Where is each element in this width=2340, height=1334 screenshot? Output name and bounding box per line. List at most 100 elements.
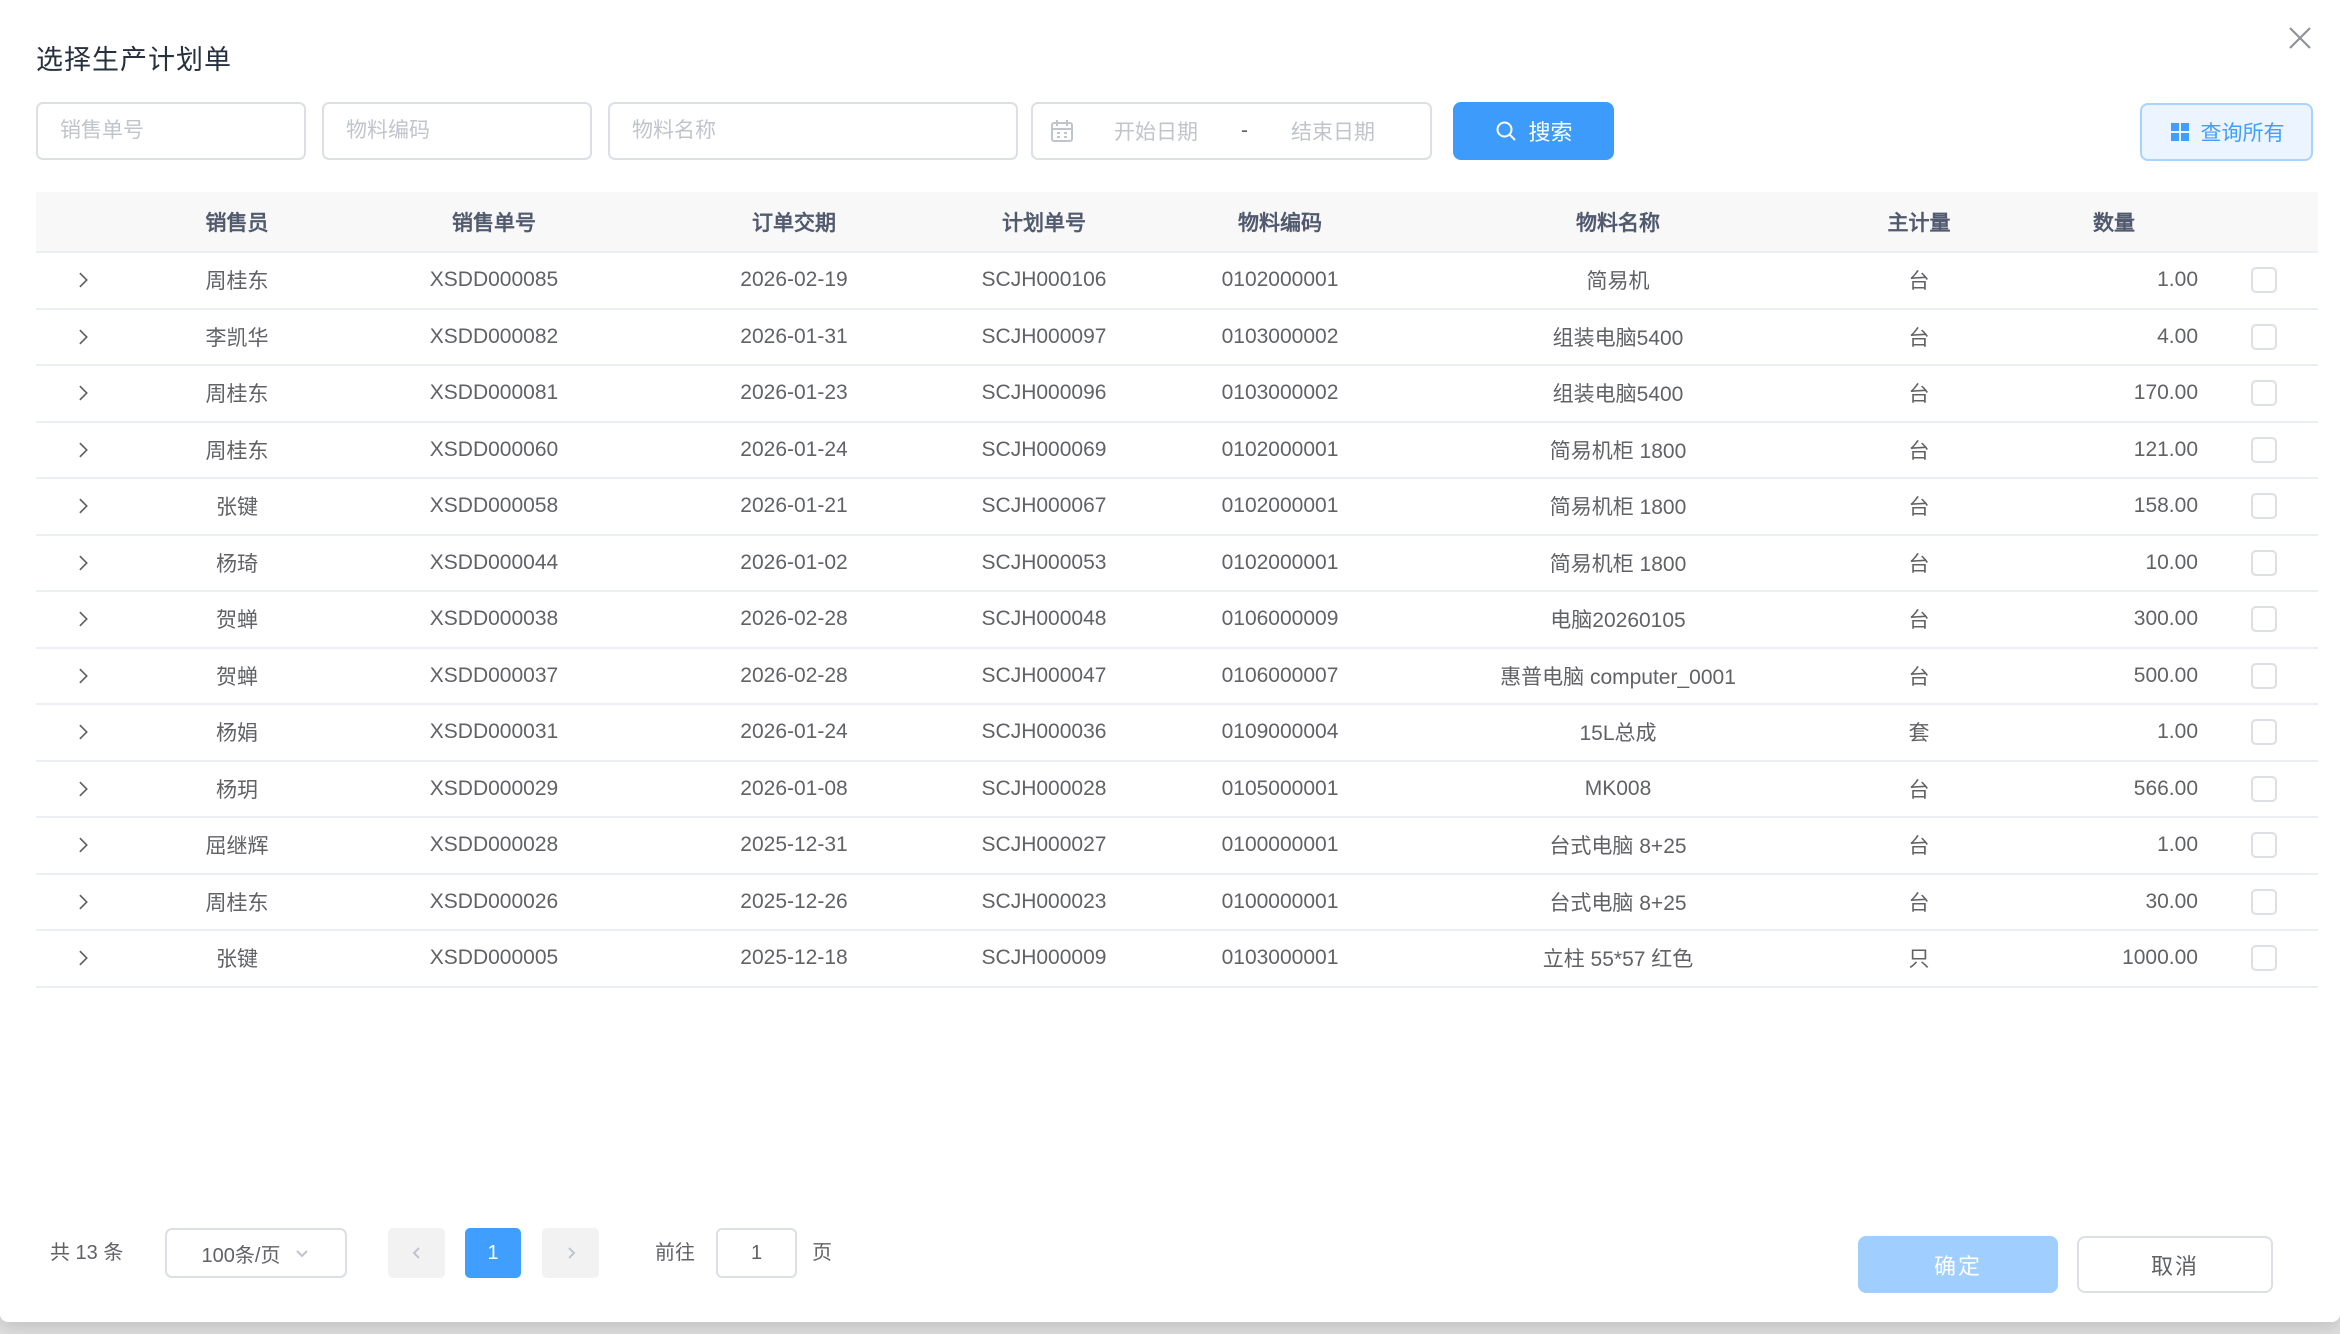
row-checkbox[interactable]	[2251, 550, 2277, 576]
cell-material-code: 0102000001	[1144, 252, 1416, 309]
cell-delivery-date: 2026-01-21	[644, 478, 944, 535]
date-range-picker[interactable]: 开始日期 - 结束日期	[1031, 102, 1432, 160]
cell-plan-no: SCJH000028	[944, 761, 1144, 818]
expand-row-icon[interactable]	[36, 440, 130, 460]
cell-plan-no: SCJH000036	[944, 704, 1144, 761]
cell-qty: 1.00	[2018, 817, 2210, 874]
cell-plan-no: SCJH000027	[944, 817, 1144, 874]
cell-material-name: 台式电脑 8+25	[1416, 874, 1820, 931]
expand-row-icon[interactable]	[36, 892, 130, 912]
cell-material-name: 简易机柜 1800	[1416, 422, 1820, 479]
cell-qty: 4.00	[2018, 309, 2210, 366]
cell-material-code: 0106000007	[1144, 648, 1416, 705]
cell-qty: 170.00	[2018, 365, 2210, 422]
table-row: 杨琦XSDD0000442026-01-02SCJH00005301020000…	[36, 535, 2318, 592]
cell-unit: 台	[1820, 252, 2018, 309]
row-checkbox[interactable]	[2251, 493, 2277, 519]
expand-row-icon[interactable]	[36, 609, 130, 629]
search-icon	[1494, 119, 1518, 143]
cell-seller: 张键	[130, 930, 344, 987]
query-all-button[interactable]: 查询所有	[2140, 103, 2313, 161]
row-checkbox[interactable]	[2251, 776, 2277, 802]
row-checkbox[interactable]	[2251, 663, 2277, 689]
expand-row-icon[interactable]	[36, 383, 130, 403]
table-row: 周桂东XSDD0000262025-12-26SCJH0000230100000…	[36, 874, 2318, 931]
prev-page-button[interactable]	[388, 1228, 445, 1278]
grid-icon	[2169, 121, 2191, 143]
cell-order-no: XSDD000005	[344, 930, 644, 987]
cell-qty: 1.00	[2018, 252, 2210, 309]
page-number-1[interactable]: 1	[465, 1228, 521, 1278]
row-checkbox[interactable]	[2251, 719, 2277, 745]
select-production-plan-dialog: 选择生产计划单 开始日期 - 结束日期 搜索	[0, 0, 2340, 1322]
expand-row-icon[interactable]	[36, 722, 130, 742]
cell-delivery-date: 2026-02-28	[644, 591, 944, 648]
row-checkbox[interactable]	[2251, 889, 2277, 915]
cell-delivery-date: 2026-01-24	[644, 704, 944, 761]
expand-row-icon[interactable]	[36, 666, 130, 686]
row-checkbox[interactable]	[2251, 437, 2277, 463]
row-checkbox[interactable]	[2251, 832, 2277, 858]
search-button-label: 搜索	[1528, 115, 1572, 147]
cell-delivery-date: 2026-01-02	[644, 535, 944, 592]
cell-plan-no: SCJH000047	[944, 648, 1144, 705]
cell-material-name: 组装电脑5400	[1416, 365, 1820, 422]
chevron-down-icon	[294, 1245, 310, 1261]
expand-row-icon[interactable]	[36, 779, 130, 799]
cell-qty: 158.00	[2018, 478, 2210, 535]
expand-row-icon[interactable]	[36, 835, 130, 855]
table-row: 周桂东XSDD0000602026-01-24SCJH0000690102000…	[36, 422, 2318, 479]
expand-row-icon[interactable]	[36, 327, 130, 347]
cell-delivery-date: 2025-12-18	[644, 930, 944, 987]
cell-delivery-date: 2026-01-23	[644, 365, 944, 422]
expand-row-icon[interactable]	[36, 553, 130, 573]
cell-order-no: XSDD000028	[344, 817, 644, 874]
dialog-title: 选择生产计划单	[36, 38, 232, 77]
cancel-button[interactable]: 取消	[2077, 1236, 2273, 1293]
cell-plan-no: SCJH000023	[944, 874, 1144, 931]
next-page-button[interactable]	[542, 1228, 599, 1278]
goto-page-input[interactable]	[716, 1228, 797, 1278]
cell-qty: 1000.00	[2018, 930, 2210, 987]
sales-order-input[interactable]	[36, 102, 306, 160]
date-separator: -	[1237, 119, 1252, 143]
confirm-button[interactable]: 确定	[1858, 1236, 2058, 1293]
cell-material-code: 0103000001	[1144, 930, 1416, 987]
cell-order-no: XSDD000026	[344, 874, 644, 931]
expand-row-icon[interactable]	[36, 270, 130, 290]
cell-qty: 30.00	[2018, 874, 2210, 931]
cell-seller: 周桂东	[130, 874, 344, 931]
expand-row-icon[interactable]	[36, 948, 130, 968]
cell-plan-no: SCJH000069	[944, 422, 1144, 479]
search-button[interactable]: 搜索	[1453, 102, 1614, 160]
header-plan-no: 计划单号	[944, 192, 1144, 252]
date-end-placeholder: 结束日期	[1252, 116, 1414, 146]
cell-order-no: XSDD000038	[344, 591, 644, 648]
cell-material-code: 0103000002	[1144, 365, 1416, 422]
cell-unit: 台	[1820, 365, 2018, 422]
row-checkbox[interactable]	[2251, 380, 2277, 406]
cell-unit: 台	[1820, 535, 2018, 592]
material-code-input[interactable]	[322, 102, 592, 160]
cell-unit: 台	[1820, 648, 2018, 705]
close-icon[interactable]	[2282, 20, 2318, 56]
table-row: 杨玥XSDD0000292026-01-08SCJH00002801050000…	[36, 761, 2318, 818]
row-checkbox[interactable]	[2251, 267, 2277, 293]
table-row: 周桂东XSDD0000812026-01-23SCJH0000960103000…	[36, 365, 2318, 422]
table-row: 贺蝉XSDD0000382026-02-28SCJH00004801060000…	[36, 591, 2318, 648]
cell-unit: 台	[1820, 817, 2018, 874]
page-size-select[interactable]: 100条/页	[165, 1228, 347, 1278]
cell-delivery-date: 2026-02-19	[644, 252, 944, 309]
cell-order-no: XSDD000058	[344, 478, 644, 535]
material-name-input[interactable]	[608, 102, 1018, 160]
expand-row-icon[interactable]	[36, 496, 130, 516]
cell-qty: 566.00	[2018, 761, 2210, 818]
cell-delivery-date: 2026-01-31	[644, 309, 944, 366]
cell-order-no: XSDD000081	[344, 365, 644, 422]
cell-delivery-date: 2026-01-24	[644, 422, 944, 479]
cell-material-code: 0109000004	[1144, 704, 1416, 761]
row-checkbox[interactable]	[2251, 945, 2277, 971]
row-checkbox[interactable]	[2251, 606, 2277, 632]
cell-unit: 台	[1820, 478, 2018, 535]
row-checkbox[interactable]	[2251, 324, 2277, 350]
